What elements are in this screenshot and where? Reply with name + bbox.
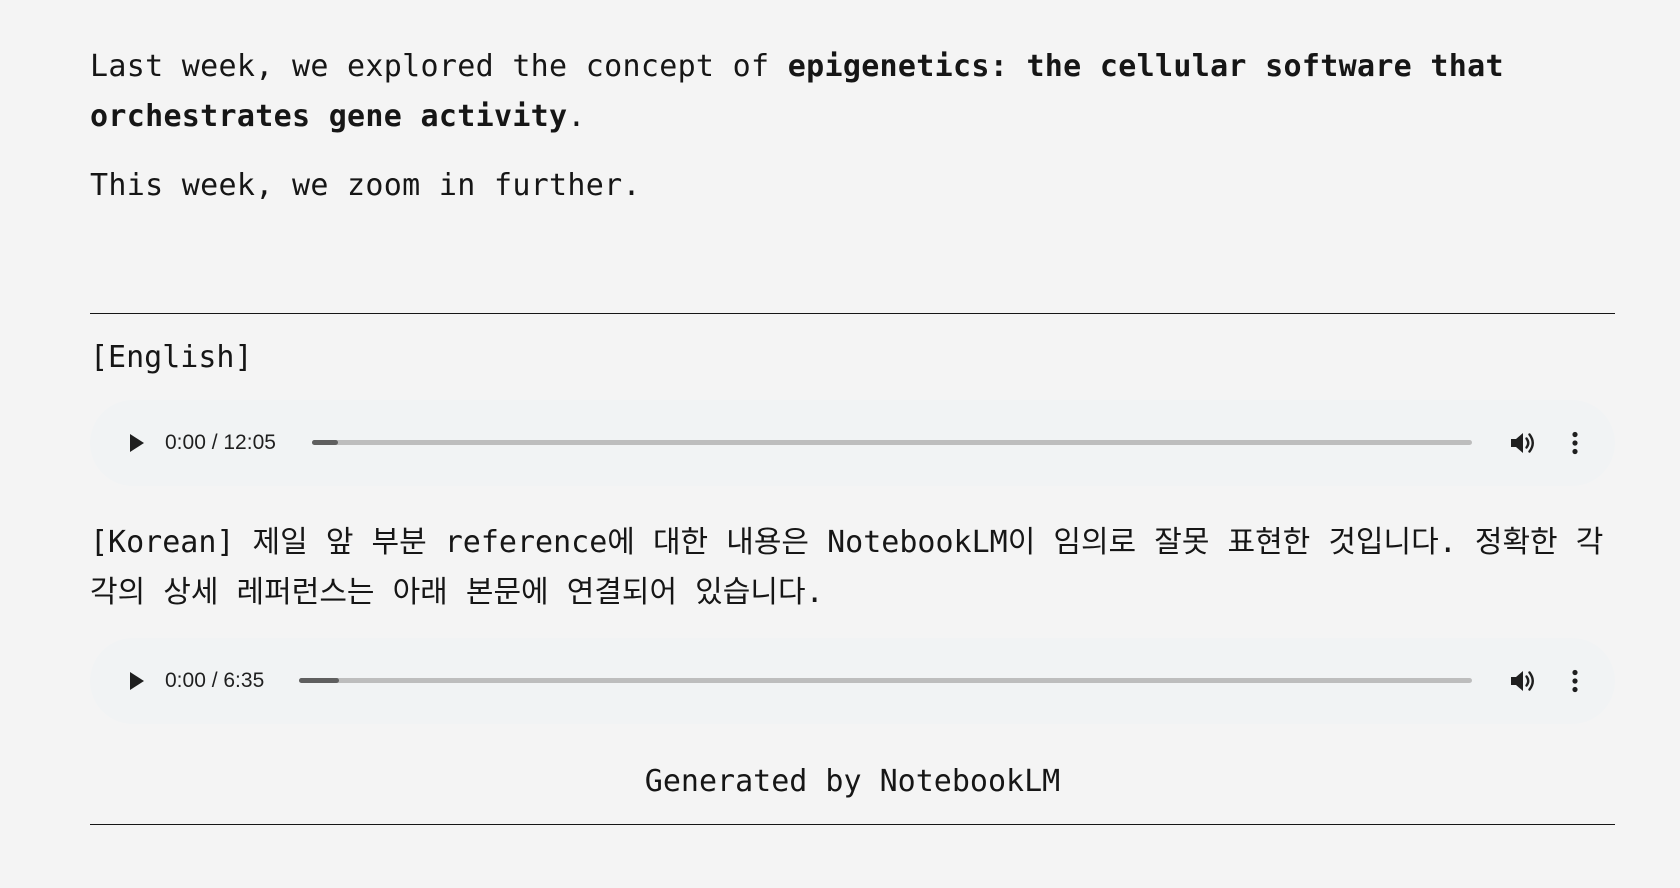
volume-icon[interactable] <box>1509 430 1537 456</box>
english-label: [English] <box>90 340 253 375</box>
intro-paragraph-1: Last week, we explored the concept of ep… <box>90 42 1504 142</box>
english-audio-player[interactable]: 0:00 / 12:05 <box>90 400 1615 486</box>
play-icon[interactable] <box>124 668 150 694</box>
audio-time: 0:00 / 6:35 <box>165 669 265 692</box>
intro-bold-line-1: epigenetics: the cellular software that <box>787 49 1504 84</box>
intro-period: . <box>567 99 586 134</box>
intro-bold-line-2: orchestrates gene activity <box>90 99 568 134</box>
audio-buffered-fill <box>312 440 338 445</box>
divider-bottom <box>90 824 1615 825</box>
volume-icon[interactable] <box>1509 668 1537 694</box>
intro-text: Last week, we explored the concept of <box>90 49 788 84</box>
korean-audio-player[interactable]: 0:00 / 6:35 <box>90 638 1615 724</box>
audio-progress-bar[interactable] <box>312 440 1472 445</box>
play-icon[interactable] <box>124 430 150 456</box>
divider-top <box>90 313 1615 314</box>
footer-credit: Generated by NotebookLM <box>644 764 1061 799</box>
korean-note: [Korean] 제일 앞 부분 reference에 대한 내용은 Noteb… <box>90 525 1604 610</box>
more-vertical-icon[interactable] <box>1569 430 1581 456</box>
intro-paragraph-2: This week, we zoom in further. <box>90 168 641 203</box>
audio-time: 0:00 / 12:05 <box>165 431 276 454</box>
more-vertical-icon[interactable] <box>1569 668 1581 694</box>
audio-buffered-fill <box>299 678 339 683</box>
audio-progress-bar[interactable] <box>299 678 1472 683</box>
